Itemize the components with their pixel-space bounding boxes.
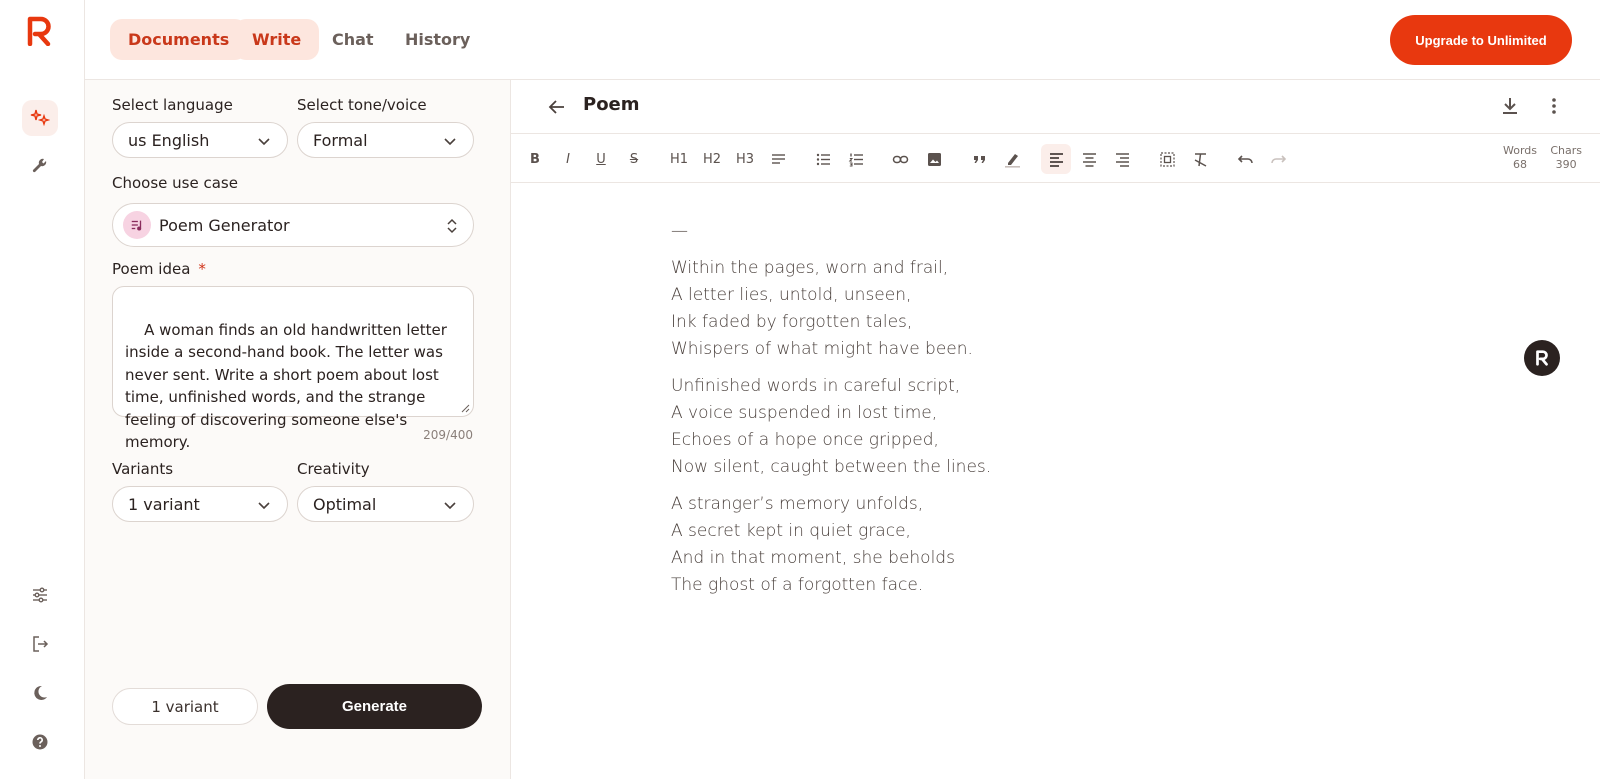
clear-format-icon[interactable]	[1185, 144, 1215, 174]
chars-value: 390	[1555, 158, 1577, 171]
usecase-value: Poem Generator	[159, 215, 290, 235]
char-counter: 209/400	[423, 428, 473, 442]
sliders-icon[interactable]	[22, 577, 58, 613]
tab-history[interactable]: History	[387, 19, 488, 60]
undo-icon[interactable]	[1230, 144, 1260, 174]
chars-label: Chars	[1550, 144, 1582, 157]
redo-icon[interactable]	[1263, 144, 1293, 174]
heading1-button[interactable]: H1	[664, 144, 694, 174]
poem-line: Now silent, caught between the lines.	[671, 457, 992, 477]
heading3-button[interactable]: H3	[730, 144, 760, 174]
tab-chat[interactable]: Chat	[314, 19, 392, 60]
download-icon[interactable]	[1500, 96, 1520, 116]
creativity-select[interactable]: Optimal	[297, 486, 474, 522]
paragraph-icon[interactable]	[763, 144, 793, 174]
tone-select[interactable]: Formal	[297, 122, 474, 158]
variants-label: Variants	[112, 460, 174, 478]
generate-button[interactable]: Generate	[267, 684, 482, 729]
tone-value: Formal	[313, 130, 368, 150]
chevron-down-icon	[444, 138, 456, 146]
italic-button[interactable]: I	[553, 144, 583, 174]
left-rail	[0, 0, 85, 779]
stanza-2: Unfinished words in careful script, A vo…	[671, 373, 991, 481]
creativity-label: Creativity	[297, 460, 370, 478]
sparkles-icon[interactable]	[22, 100, 58, 136]
tab-documents[interactable]: Documents	[110, 19, 248, 60]
stanza-1: Within the pages, worn and frail, A lett…	[671, 255, 991, 363]
chevron-down-icon	[258, 138, 270, 146]
updown-icon	[447, 218, 457, 234]
document-title: Poem	[583, 94, 640, 115]
align-left-icon[interactable]	[1041, 144, 1071, 174]
chevron-down-icon	[258, 502, 270, 510]
more-options-icon[interactable]	[1544, 96, 1564, 116]
image-icon[interactable]	[919, 144, 949, 174]
tone-label: Select tone/voice	[297, 96, 427, 114]
language-label: Select language	[112, 96, 233, 114]
poem-content[interactable]: — Within the pages, worn and frail, A le…	[671, 218, 991, 609]
top-bar: Documents Write Chat History Upgrade to …	[85, 0, 1600, 80]
logout-icon[interactable]	[22, 626, 58, 662]
language-select[interactable]: us English	[112, 122, 288, 158]
words-value: 68	[1512, 158, 1527, 171]
word-count: Words 68	[1503, 144, 1537, 172]
align-right-icon[interactable]	[1107, 144, 1137, 174]
assistant-logo-button[interactable]	[1524, 340, 1560, 376]
poem-line: Ink faded by forgotten tales,	[671, 312, 913, 332]
creativity-value: Optimal	[313, 494, 377, 514]
quote-icon[interactable]	[964, 144, 994, 174]
back-arrow-icon[interactable]	[547, 97, 567, 117]
tab-write[interactable]: Write	[234, 19, 320, 60]
write-form-panel: Select language us English Select tone/v…	[85, 80, 511, 779]
words-label: Words	[1502, 144, 1537, 157]
poem-line: A secret kept in quiet grace,	[671, 521, 911, 541]
bold-button[interactable]: B	[520, 144, 550, 174]
numbered-list-icon[interactable]	[841, 144, 871, 174]
wrench-icon[interactable]	[22, 148, 58, 184]
link-icon[interactable]	[885, 144, 915, 174]
underline-button[interactable]: U	[586, 144, 616, 174]
moon-icon[interactable]	[22, 675, 58, 711]
idea-label: Poem idea *	[112, 260, 206, 278]
bullet-list-icon[interactable]	[808, 144, 838, 174]
char-count: Chars 390	[1550, 144, 1582, 172]
formatting-toolbar: B I U S H1 H2 H3 Words 68 Chars 390	[511, 134, 1600, 183]
required-mark: *	[198, 260, 206, 278]
poem-line: A voice suspended in lost time,	[671, 403, 938, 423]
variant-count-pill[interactable]: 1 variant	[112, 688, 258, 725]
app-logo[interactable]	[26, 16, 54, 47]
chevron-down-icon	[444, 502, 456, 510]
align-center-icon[interactable]	[1074, 144, 1104, 174]
idea-textarea[interactable]: A woman finds an old handwritten letter …	[112, 286, 474, 451]
poem-icon	[123, 211, 151, 239]
editor-panel: Poem B I U S H1 H2 H3 Words 68 Chars 390	[511, 80, 1600, 779]
separator-dash: —	[671, 221, 688, 241]
upgrade-button[interactable]: Upgrade to Unlimited	[1390, 15, 1572, 65]
variants-select[interactable]: 1 variant	[112, 486, 288, 522]
poem-line: A letter lies, untold, unseen,	[671, 285, 912, 305]
variants-value: 1 variant	[128, 494, 200, 514]
poem-line: And in that moment, she beholds	[671, 548, 955, 568]
stanza-3: A stranger’s memory unfolds, A secret ke…	[671, 491, 991, 599]
resize-handle-icon[interactable]	[461, 404, 470, 413]
select-all-icon[interactable]	[1152, 144, 1182, 174]
poem-line: Unfinished words in careful script,	[671, 376, 961, 396]
highlight-pen-icon[interactable]	[997, 144, 1027, 174]
poem-line: The ghost of a forgotten face.	[671, 575, 924, 595]
poem-line: Within the pages, worn and frail,	[671, 258, 949, 278]
poem-line: Whispers of what might have been.	[671, 339, 973, 359]
strikethrough-button[interactable]: S	[619, 144, 649, 174]
poem-line: A stranger’s memory unfolds,	[671, 494, 924, 514]
idea-label-text: Poem idea	[112, 260, 191, 278]
usecase-label: Choose use case	[112, 174, 238, 192]
language-value: us English	[128, 130, 210, 150]
editor-header: Poem	[511, 80, 1600, 134]
help-icon[interactable]	[22, 724, 58, 760]
idea-text: A woman finds an old handwritten letter …	[125, 320, 452, 452]
usecase-select[interactable]: Poem Generator	[112, 203, 474, 247]
poem-line: Echoes of a hope once gripped,	[671, 430, 939, 450]
heading2-button[interactable]: H2	[697, 144, 727, 174]
